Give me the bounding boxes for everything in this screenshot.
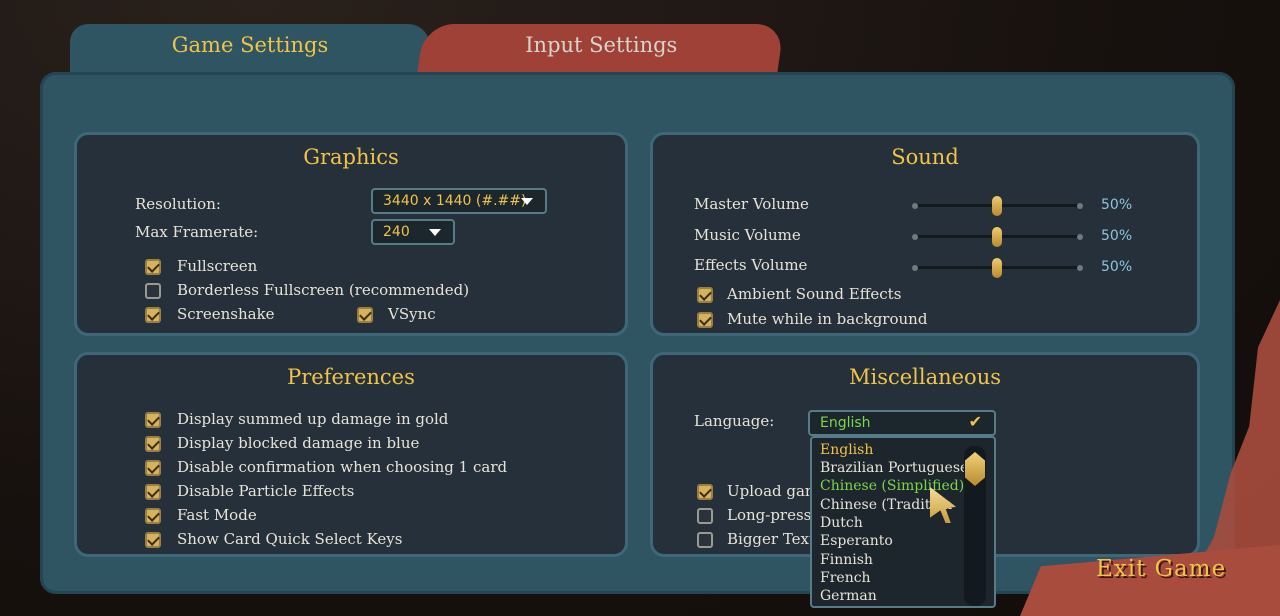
language-option[interactable]: Chinese (Simplified)	[820, 478, 964, 494]
misc-title: Miscellaneous	[848, 365, 1002, 389]
framerate-label: Max Framerate:	[135, 223, 259, 241]
music-volume-thumb[interactable]	[992, 227, 1002, 247]
borderless-label: Borderless Fullscreen (recommended)	[177, 281, 470, 299]
language-label: Language:	[694, 412, 775, 430]
master-volume-value: 50%	[1101, 197, 1133, 213]
longpress-checkbox[interactable]	[697, 508, 713, 524]
pref-checkbox[interactable]	[145, 484, 161, 500]
framerate-value: 240	[383, 224, 410, 240]
master-volume-label: Master Volume	[694, 195, 809, 213]
language-option[interactable]: Finnish	[820, 552, 873, 568]
slider-end-dot	[912, 233, 918, 240]
pref-checkbox[interactable]	[145, 532, 161, 548]
language-option[interactable]: Esperanto	[820, 533, 893, 549]
slider-end-dot	[1077, 233, 1083, 240]
effects-volume-value: 50%	[1101, 259, 1133, 275]
graphics-title: Graphics	[303, 145, 399, 169]
ambient-sound-label: Ambient Sound Effects	[727, 285, 902, 303]
screenshake-checkbox[interactable]	[145, 307, 161, 323]
vsync-label: VSync	[388, 305, 436, 323]
fullscreen-checkbox[interactable]	[145, 259, 161, 275]
language-value: English	[820, 415, 871, 431]
graphics-panel: Graphics Resolution: 3440 x 1440 (#.##) …	[74, 132, 628, 336]
pref-label: Disable Particle Effects	[177, 482, 355, 500]
gem-icon[interactable]	[965, 452, 985, 486]
pref-label: Disable confirmation when choosing 1 car…	[177, 458, 508, 476]
effects-volume-slider[interactable]	[912, 258, 1083, 278]
language-option[interactable]: German	[820, 588, 877, 604]
preferences-panel: Preferences Display summed up damage in …	[74, 352, 628, 557]
bigger-text-label: Bigger Text	[727, 530, 816, 548]
exit-game-button[interactable]: Exit Game	[1096, 556, 1226, 582]
resolution-label: Resolution:	[135, 195, 221, 213]
resolution-value: 3440 x 1440 (#.##)	[383, 193, 527, 209]
pref-checkbox[interactable]	[145, 436, 161, 452]
pref-label: Fast Mode	[177, 506, 257, 524]
master-volume-thumb[interactable]	[992, 196, 1002, 216]
music-volume-value: 50%	[1101, 228, 1133, 244]
check-icon: ✔	[968, 412, 982, 431]
framerate-dropdown[interactable]: 240	[371, 219, 455, 245]
language-scrollbar[interactable]	[964, 446, 986, 606]
language-option[interactable]: Brazilian Portuguese	[820, 460, 968, 476]
pref-checkbox[interactable]	[145, 412, 161, 428]
music-volume-label: Music Volume	[694, 226, 801, 244]
sound-title: Sound	[891, 145, 959, 169]
preferences-title: Preferences	[287, 365, 415, 389]
pref-label: Display summed up damage in gold	[177, 410, 449, 428]
screenshake-label: Screenshake	[177, 305, 275, 323]
slider-end-dot	[1077, 264, 1083, 271]
chevron-down-icon	[521, 198, 533, 205]
language-option[interactable]: English	[820, 442, 873, 458]
music-volume-slider[interactable]	[912, 227, 1083, 247]
pref-checkbox[interactable]	[145, 460, 161, 476]
pref-label: Display blocked damage in blue	[177, 434, 420, 452]
effects-volume-thumb[interactable]	[992, 258, 1002, 278]
mute-background-label: Mute while in background	[727, 310, 928, 328]
upload-checkbox[interactable]	[697, 484, 713, 500]
bigger-text-checkbox[interactable]	[697, 532, 713, 548]
sound-panel: Sound Master Volume 50% Music Volume 50%…	[650, 132, 1200, 336]
language-option[interactable]: French	[820, 570, 871, 586]
language-list[interactable]: English Brazilian Portuguese Chinese (Si…	[810, 436, 996, 608]
resolution-dropdown[interactable]: 3440 x 1440 (#.##)	[371, 188, 547, 214]
master-volume-slider[interactable]	[912, 196, 1083, 216]
language-option[interactable]: Dutch	[820, 515, 863, 531]
mute-background-checkbox[interactable]	[697, 312, 713, 328]
slider-end-dot	[1077, 202, 1083, 209]
ambient-sound-checkbox[interactable]	[697, 287, 713, 303]
pref-checkbox[interactable]	[145, 508, 161, 524]
vsync-checkbox[interactable]	[357, 307, 373, 323]
effects-volume-label: Effects Volume	[694, 256, 808, 274]
fullscreen-label: Fullscreen	[177, 257, 258, 275]
pref-label: Show Card Quick Select Keys	[177, 530, 403, 548]
chevron-down-icon	[429, 229, 441, 236]
language-dropdown[interactable]: English ✔	[808, 410, 996, 436]
borderless-checkbox[interactable]	[145, 283, 161, 299]
slider-end-dot	[912, 264, 918, 271]
slider-end-dot	[912, 202, 918, 209]
